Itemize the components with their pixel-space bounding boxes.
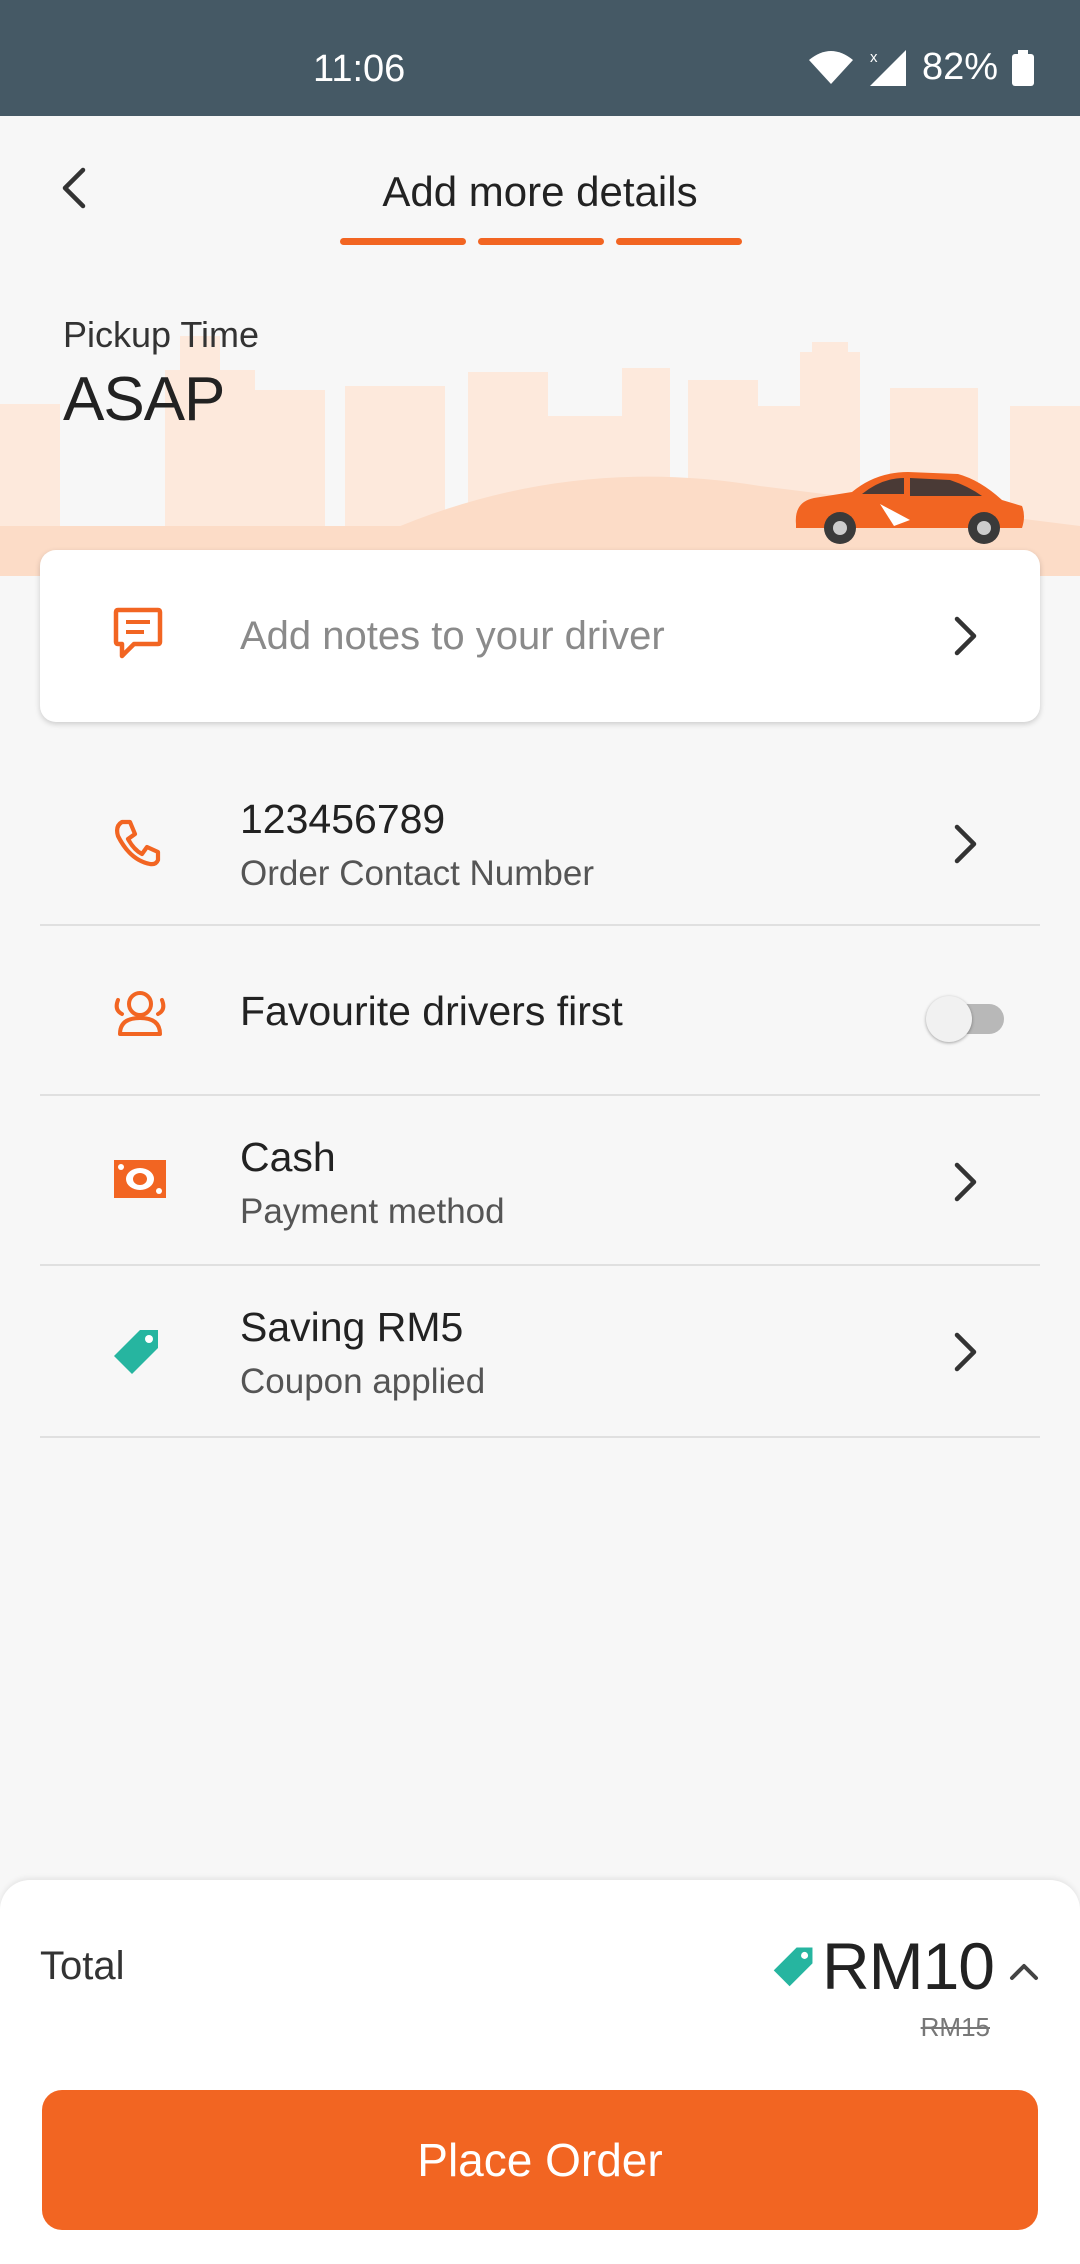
contact-number-row[interactable]: 123456789 Order Contact Number [40, 722, 1040, 926]
contact-number-label: Order Contact Number [240, 854, 595, 893]
chevron-right-icon [954, 616, 977, 656]
place-order-button[interactable]: Place Order [42, 2090, 1038, 2230]
header: Add more details [0, 116, 1080, 276]
tag-icon [112, 1326, 162, 1381]
coupon-row[interactable]: Saving RM5 Coupon applied [40, 1266, 1040, 1438]
progress-step [616, 238, 742, 245]
progress-indicator [340, 238, 742, 245]
total-amount: RM10 [772, 1928, 995, 2004]
chevron-right-icon [954, 1332, 977, 1372]
drivers-icon [112, 988, 168, 1043]
status-time: 11:06 [313, 48, 406, 90]
progress-step [478, 238, 604, 245]
chevron-right-icon [954, 1162, 977, 1202]
pickup-hero: Pickup Time ASAP [0, 276, 1080, 576]
coupon-label: Coupon applied [240, 1362, 486, 1401]
phone-icon [112, 818, 162, 873]
cash-icon [112, 1158, 168, 1205]
payment-method-row[interactable]: Cash Payment method [40, 1096, 1040, 1266]
total-label: Total [40, 1944, 125, 1988]
tag-icon [773, 1947, 813, 1987]
pickup-time-value[interactable]: ASAP [63, 364, 225, 435]
page-title: Add more details [382, 168, 698, 215]
favourite-drivers-toggle[interactable] [926, 992, 1010, 1044]
notes-placeholder: Add notes to your driver [240, 614, 665, 658]
status-bar: 11:06 x 82% [0, 0, 1080, 116]
svg-text:x: x [870, 49, 878, 66]
toggle-thumb [926, 996, 972, 1042]
coupon-title: Saving RM5 [240, 1304, 464, 1350]
battery-percent: 82% [921, 46, 998, 88]
battery-icon [1012, 49, 1034, 86]
car-illustration [795, 472, 1024, 544]
message-icon [112, 606, 164, 665]
payment-method-value: Cash [240, 1134, 336, 1180]
pickup-time-label: Pickup Time [63, 314, 260, 355]
chevron-right-icon [954, 824, 977, 864]
wifi-icon [808, 50, 853, 84]
notes-to-driver-card[interactable]: Add notes to your driver [40, 550, 1040, 722]
favourite-drivers-label: Favourite drivers first [240, 988, 623, 1034]
favourite-drivers-row: Favourite drivers first [40, 926, 1040, 1096]
total-value: RM10 [821, 1929, 995, 2003]
original-price: RM15 [920, 2012, 990, 2042]
order-summary-sheet: Total RM10 RM15 Place Order [0, 1880, 1080, 2264]
chevron-up-icon[interactable] [1004, 1956, 1044, 1986]
signal-icon: x [869, 49, 906, 86]
contact-number: 123456789 [240, 796, 446, 842]
progress-step [340, 238, 466, 245]
details-list: 123456789 Order Contact Number Favourite… [40, 722, 1040, 1438]
payment-method-label: Payment method [240, 1192, 505, 1231]
status-icons: x 82% [808, 46, 1034, 89]
